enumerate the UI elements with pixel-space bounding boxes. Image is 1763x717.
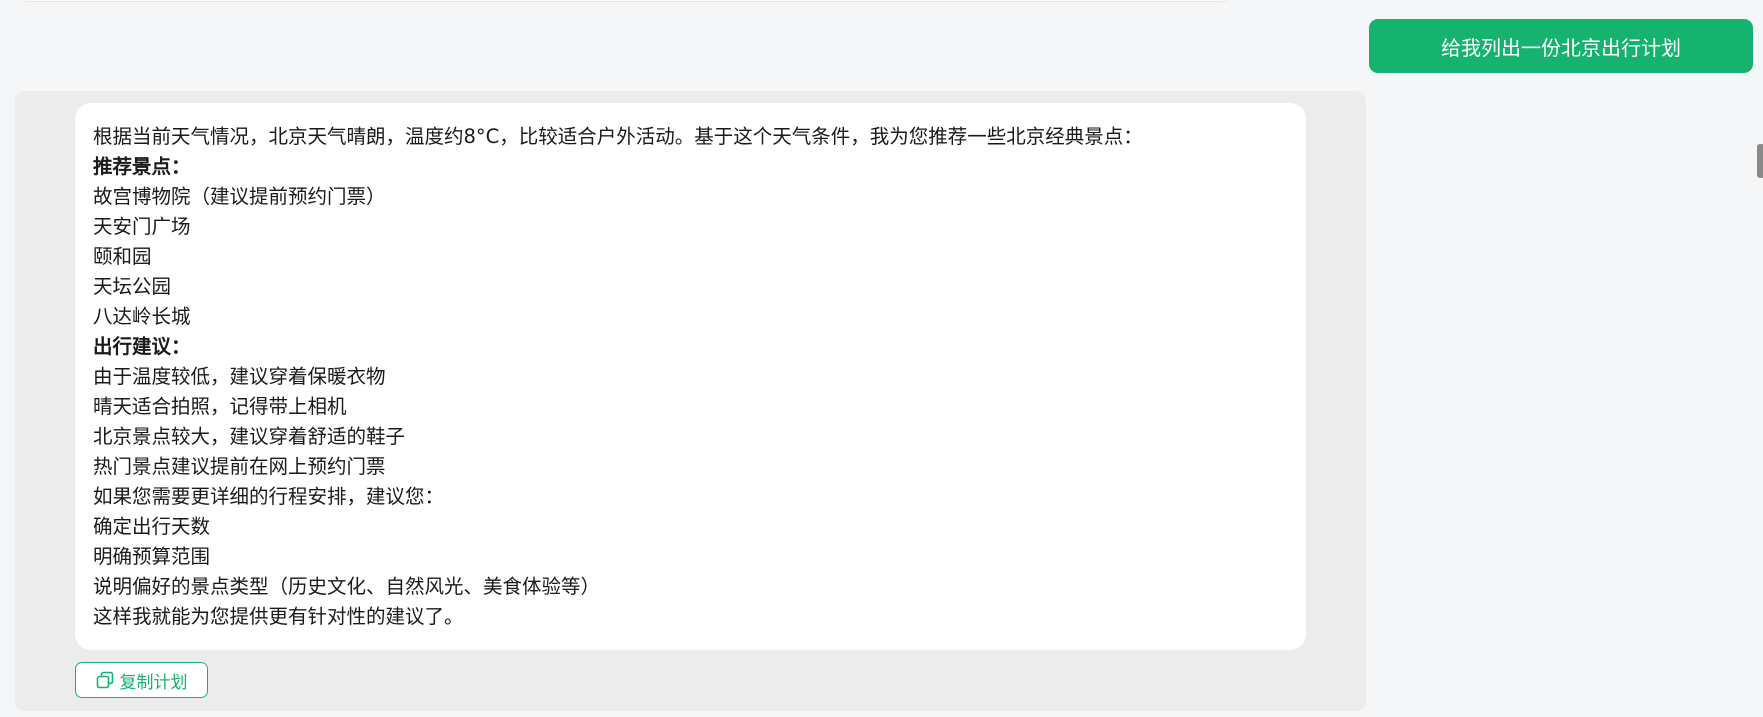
user-message-text: 给我列出一份北京出行计划 [1441,35,1681,60]
intro-text: 根据当前天气情况，北京天气晴朗，温度约8°C，比较适合户外活动。基于这个天气条件… [93,125,1143,148]
attraction-item: 天坛公园 [93,275,172,298]
attraction-item: 颐和园 [93,245,152,268]
copy-icon [96,671,114,689]
closing-text: 这样我就能为您提供更有针对性的建议了。 [93,605,464,628]
attractions-heading: 推荐景点： [93,155,191,178]
followup-item: 说明偏好的景点类型（历史文化、自然风光、美食体验等） [93,575,601,598]
attraction-item: 八达岭长城 [93,305,191,328]
user-message-bubble: 给我列出一份北京出行计划 [1369,19,1753,73]
assistant-message-card: 根据当前天气情况，北京天气晴朗，温度约8°C，比较适合户外活动。基于这个天气条件… [75,103,1306,650]
advice-item: 北京景点较大，建议穿着舒适的鞋子 [93,425,406,448]
followup-intro: 如果您需要更详细的行程安排，建议您： [93,485,445,508]
chat-page: 给我列出一份北京出行计划 根据当前天气情况，北京天气晴朗，温度约8°C，比较适合… [0,0,1763,717]
copy-plan-label: 复制计划 [119,672,188,693]
previous-message-edge [20,0,1230,2]
advice-heading: 出行建议： [93,335,191,358]
followup-item: 明确预算范围 [93,545,211,568]
scrollbar-thumb[interactable] [1757,144,1763,178]
advice-item: 热门景点建议提前在网上预约门票 [93,455,386,478]
advice-item: 晴天适合拍照，记得带上相机 [93,395,347,418]
attraction-item: 天安门广场 [93,215,191,238]
attraction-item: 故宫博物院（建议提前预约门票） [93,185,386,208]
advice-item: 由于温度较低，建议穿着保暖衣物 [93,365,386,388]
copy-plan-button[interactable]: 复制计划 [75,662,208,698]
followup-item: 确定出行天数 [93,515,211,538]
